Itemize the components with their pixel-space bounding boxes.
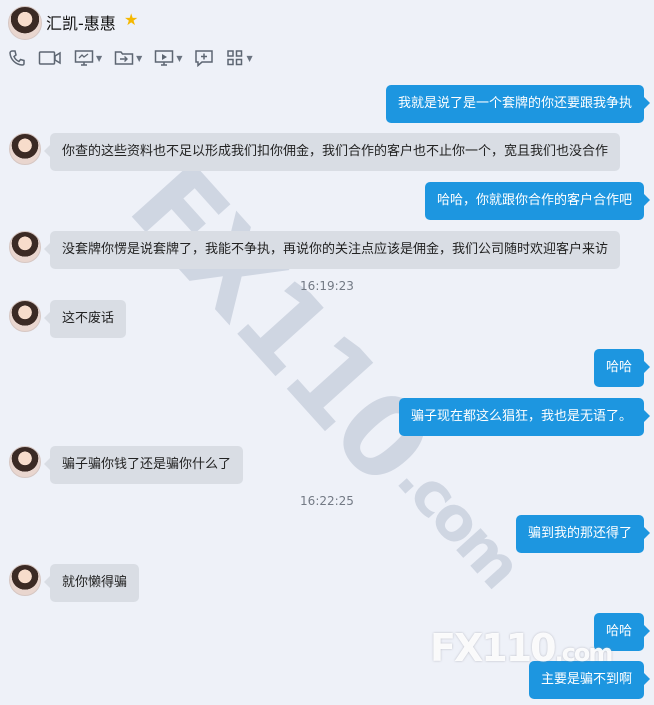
contact-avatar[interactable] xyxy=(8,6,42,40)
star-icon[interactable]: ★ xyxy=(124,10,138,29)
chevron-down-icon[interactable]: ▼ xyxy=(96,54,102,63)
message-bubble-incoming[interactable]: 你查的这些资料也不足以形成我们扣你佣金，我们合作的客户也不止你一个，宽且我们也没… xyxy=(43,133,621,171)
chat-toolbar: ▼ ▼ ▼ ▼ xyxy=(8,46,265,70)
message-bubble-outgoing[interactable]: 主要是骗不到啊 xyxy=(528,661,651,699)
avatar[interactable] xyxy=(9,300,41,332)
timestamp: 16:19:23 xyxy=(300,279,354,293)
message-bubble-outgoing[interactable]: 哈哈 xyxy=(593,613,651,651)
chevron-down-icon[interactable]: ▼ xyxy=(136,54,142,63)
file-transfer-icon[interactable]: ▼ xyxy=(114,46,142,70)
timestamp: 16:22:25 xyxy=(300,494,354,508)
message-bubble-outgoing[interactable]: 骗到我的那还得了 xyxy=(515,515,651,553)
message-bubble-outgoing[interactable]: 哈哈，你就跟你合作的客户合作吧 xyxy=(424,182,651,220)
screen-share-icon[interactable]: ▼ xyxy=(74,46,102,70)
message-bubble-incoming[interactable]: 骗子骗你钱了还是骗你什么了 xyxy=(43,446,244,484)
message-bubble-incoming[interactable]: 这不废话 xyxy=(43,300,127,338)
message-bubble-outgoing[interactable]: 骗子现在都这么猖狂，我也是无语了。 xyxy=(398,398,651,436)
avatar[interactable] xyxy=(9,446,41,478)
message-bubble-incoming[interactable]: 没套牌你愣是说套牌了，我能不争执，再说你的关注点应该是佣金，我们公司随时欢迎客户… xyxy=(43,231,621,269)
contact-name: 汇凯-惠惠 xyxy=(46,14,116,33)
phone-icon[interactable] xyxy=(8,46,26,70)
chat-header: 汇凯-惠惠 ★ ▼ ▼ ▼ ▼ xyxy=(0,0,654,78)
remote-desktop-icon[interactable]: ▼ xyxy=(154,46,182,70)
avatar[interactable] xyxy=(9,564,41,596)
apps-icon[interactable]: ▼ xyxy=(226,46,253,70)
chevron-down-icon[interactable]: ▼ xyxy=(246,54,252,63)
avatar[interactable] xyxy=(9,133,41,165)
avatar[interactable] xyxy=(9,231,41,263)
message-bubble-outgoing[interactable]: 哈哈 xyxy=(593,349,651,387)
message-bubble-outgoing[interactable]: 我就是说了是一个套牌的你还要跟我争执 xyxy=(385,85,651,123)
add-chat-icon[interactable] xyxy=(194,46,214,70)
video-icon[interactable] xyxy=(38,46,62,70)
chevron-down-icon[interactable]: ▼ xyxy=(176,54,182,63)
message-bubble-incoming[interactable]: 就你懒得骗 xyxy=(43,564,140,602)
